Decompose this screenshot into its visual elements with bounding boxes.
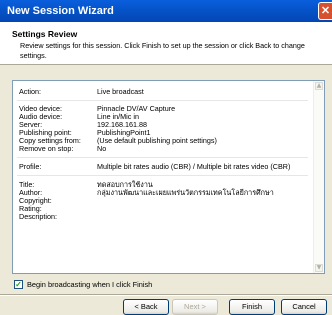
summary-divider [17,175,308,176]
begin-broadcasting-label[interactable]: Begin broadcasting when I click Finish [27,280,152,289]
scroll-up-arrow-icon[interactable]: ▲ [315,82,323,90]
summary-value: Live broadcast [97,87,144,96]
back-button[interactable]: < Back [123,299,169,315]
page-title: Settings Review [12,29,78,39]
settings-summary[interactable]: Action: Live broadcast Video device: Pin… [12,80,325,274]
summary-value: กลุ่มงานพัฒนาและเผยแพร่นวัตกรรมเทคโนโลยี… [97,188,274,197]
summary-label: Action: [19,87,41,96]
window-title: New Session Wizard [7,5,114,17]
begin-broadcasting-checkbox[interactable]: ✓ [14,280,23,289]
scroll-down-arrow-icon[interactable]: ▼ [315,264,323,272]
title-bar: New Session Wizard ✕ [0,0,332,22]
summary-divider [17,100,308,101]
close-icon[interactable]: ✕ [318,2,332,20]
next-button[interactable]: Next > [172,299,218,315]
summary-label: Profile: [19,162,42,171]
summary-scrollbar[interactable]: ▲ ▼ [313,81,324,273]
summary-value: Multiple bit rates audio (CBR) / Multipl… [97,162,291,171]
summary-value: (Use default publishing point settings) [97,136,217,145]
finish-button[interactable]: Finish [229,299,275,315]
summary-value: No [97,144,107,153]
wizard-header: Settings Review Review settings for this… [0,22,332,65]
page-subtitle: Review settings for this session. Click … [20,41,305,60]
cancel-button[interactable]: Cancel [281,299,327,315]
summary-label: Description: [19,212,57,221]
summary-divider [17,157,308,158]
footer-divider [0,294,332,296]
summary-label: Remove on stop: [19,144,74,153]
